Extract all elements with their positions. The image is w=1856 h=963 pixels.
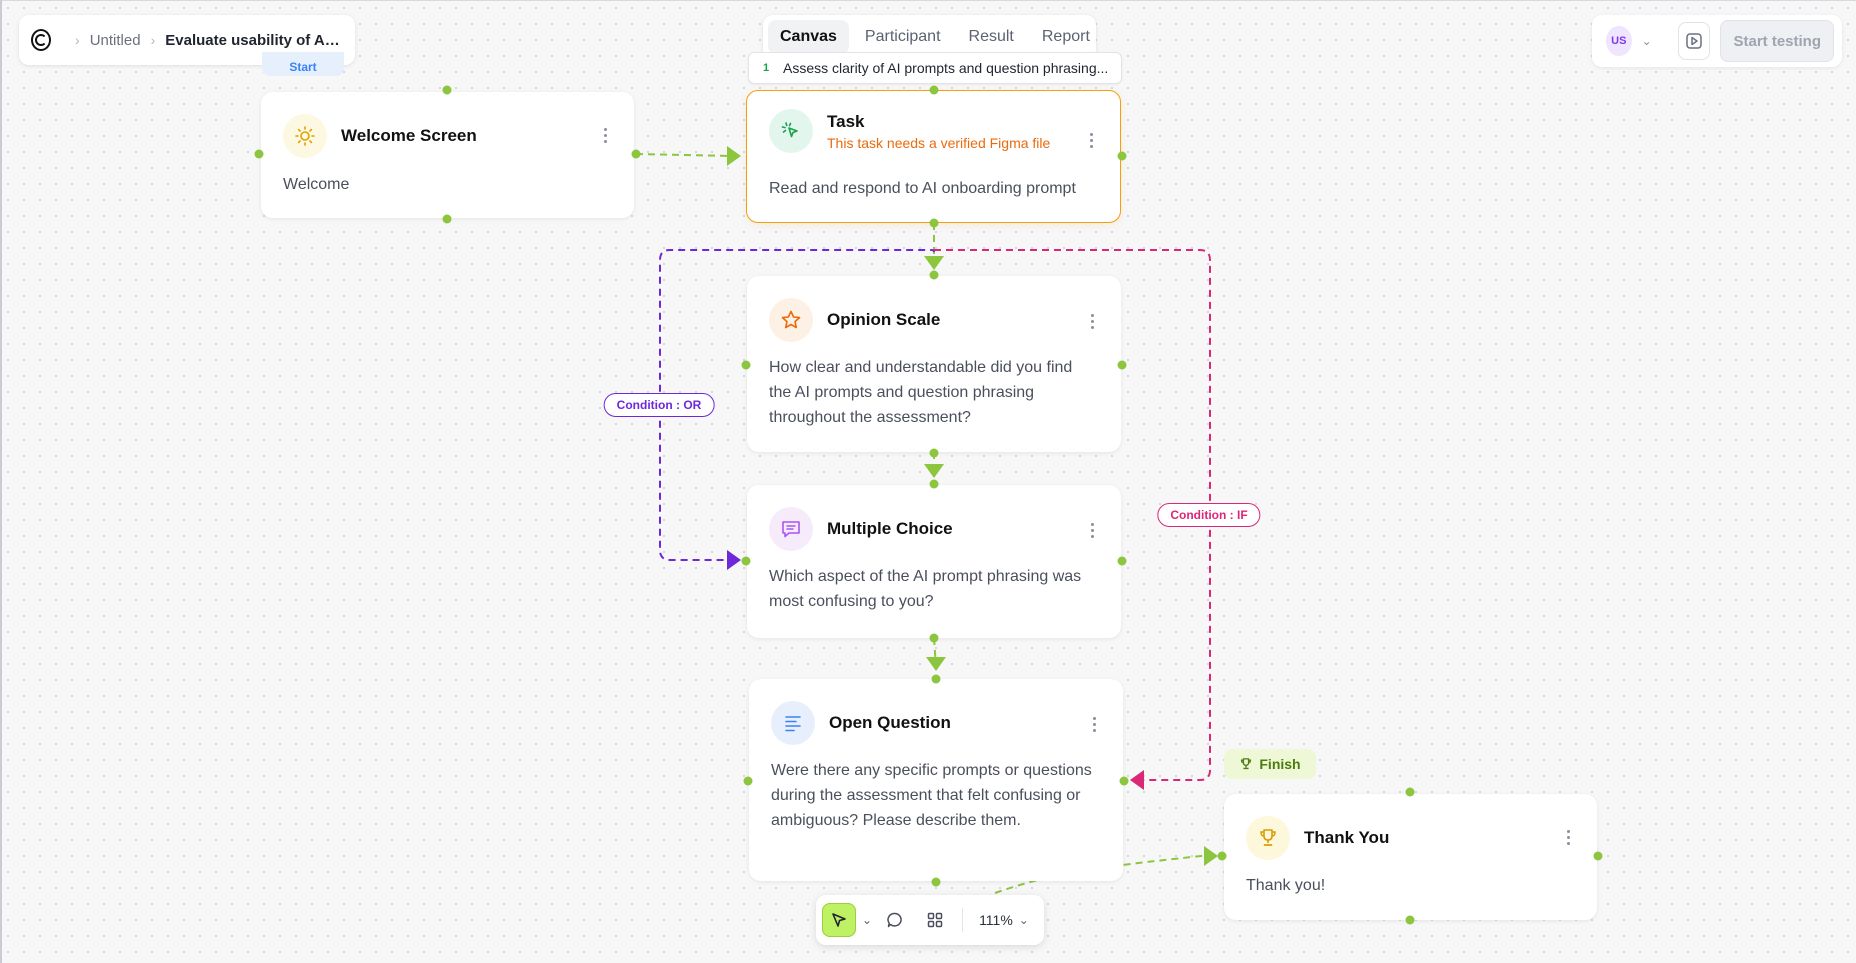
connection-handle[interactable] — [1217, 851, 1227, 861]
connection-handle[interactable] — [929, 479, 939, 489]
node-title: Welcome Screen — [341, 126, 477, 145]
node-opinion-scale[interactable]: Opinion Scale How clear and understandab… — [747, 276, 1121, 452]
connection-handle[interactable] — [254, 149, 264, 159]
avatar[interactable]: US — [1606, 26, 1632, 56]
tab-report[interactable]: Report — [1030, 20, 1102, 54]
comment-icon — [887, 912, 902, 928]
grid-tool-button[interactable] — [918, 903, 952, 937]
arrow-open — [926, 657, 946, 671]
connection-handle[interactable] — [929, 633, 939, 643]
chat-list-icon — [769, 507, 813, 551]
node-task[interactable]: Task This task needs a verified Figma fi… — [746, 90, 1121, 223]
connection-handle[interactable] — [1405, 787, 1415, 797]
more-options-icon[interactable] — [1093, 717, 1097, 732]
more-options-icon[interactable] — [1091, 314, 1095, 329]
tab-result[interactable]: Result — [957, 20, 1026, 54]
start-tag-label: Start — [289, 60, 317, 74]
connection-handle[interactable] — [442, 214, 452, 224]
connection-handle[interactable] — [1593, 851, 1603, 861]
preview-button[interactable] — [1677, 22, 1711, 60]
chevron-right-icon: › — [150, 32, 156, 48]
node-body: Welcome — [283, 176, 350, 193]
goal-bar[interactable]: 1 Assess clarity of AI prompts and quest… — [748, 52, 1122, 84]
sun-icon — [283, 114, 327, 158]
node-multiple-choice[interactable]: Multiple Choice Which aspect of the AI p… — [747, 485, 1121, 638]
app-logo-icon[interactable] — [31, 29, 52, 51]
node-body: Which aspect of the AI prompt phrasing w… — [769, 568, 1082, 610]
chevron-down-icon[interactable]: ⌄ — [862, 913, 872, 927]
trophy-icon — [1246, 816, 1290, 860]
arrow-multiple — [924, 464, 944, 478]
goal-number: 1 — [762, 62, 770, 74]
more-options-icon[interactable] — [604, 128, 608, 143]
connection-handle[interactable] — [1117, 151, 1127, 161]
connection-handle[interactable] — [743, 776, 753, 786]
arrow-if — [1130, 770, 1144, 790]
connection-handle[interactable] — [931, 674, 941, 684]
comment-tool-button[interactable] — [878, 903, 912, 937]
grid-icon — [927, 912, 943, 928]
condition-if-badge[interactable]: Condition : IF — [1157, 503, 1261, 527]
node-title: Open Question — [829, 713, 951, 732]
more-options-icon[interactable] — [1567, 830, 1571, 845]
play-icon — [1686, 33, 1702, 49]
node-body: Thank you! — [1246, 877, 1326, 894]
node-thank-you[interactable]: Thank You Thank you! — [1224, 794, 1597, 920]
zoom-select[interactable]: 111% ⌄ — [973, 912, 1035, 928]
chevron-right-icon: › — [75, 32, 80, 48]
connection-handle[interactable] — [1117, 360, 1127, 370]
node-title: Thank You — [1304, 828, 1390, 847]
arrow-or — [727, 550, 741, 570]
finish-label: Finish — [1259, 756, 1301, 772]
start-tag: Start — [262, 52, 344, 76]
trophy-icon — [1241, 758, 1252, 770]
start-testing-button[interactable]: Start testing — [1720, 20, 1834, 62]
canvas-toolbar: ⌄ 111% ⌄ — [816, 895, 1044, 945]
breadcrumb-root[interactable]: Untitled — [90, 32, 141, 49]
connection-handle[interactable] — [1119, 776, 1129, 786]
condition-or-badge[interactable]: Condition : OR — [603, 393, 715, 417]
star-icon — [769, 298, 813, 342]
arrow-thankyou — [1204, 846, 1218, 866]
select-tool-button[interactable] — [822, 903, 856, 937]
goal-text: Assess clarity of AI prompts and questio… — [783, 60, 1109, 76]
connection-handle[interactable] — [741, 556, 751, 566]
node-body: Read and respond to AI onboarding prompt — [769, 180, 1076, 197]
node-warning: This task needs a verified Figma file — [827, 134, 1051, 151]
arrow-opinion — [924, 256, 944, 270]
connection-handle[interactable] — [929, 218, 939, 228]
pointer-icon — [832, 913, 846, 927]
tab-canvas[interactable]: Canvas — [768, 20, 849, 54]
zoom-level: 111% — [979, 912, 1013, 928]
chevron-down-icon[interactable]: ⌄ — [1642, 34, 1652, 48]
node-title: Multiple Choice — [827, 519, 953, 538]
edge-welcome-task — [635, 153, 735, 157]
connection-handle[interactable] — [929, 448, 939, 458]
more-options-icon[interactable] — [1090, 133, 1094, 148]
header-actions: US ⌄ Start testing — [1592, 15, 1842, 67]
tab-participant[interactable]: Participant — [853, 20, 953, 54]
finish-tag: Finish — [1224, 749, 1316, 779]
connection-handle[interactable] — [631, 149, 641, 159]
chevron-down-icon: ⌄ — [1018, 913, 1029, 927]
text-align-icon — [771, 701, 815, 745]
connection-handle[interactable] — [929, 270, 939, 280]
connection-handle[interactable] — [1405, 915, 1415, 925]
connection-handle[interactable] — [929, 85, 939, 95]
breadcrumb-current[interactable]: Evaluate usability of AI-gu... — [165, 32, 343, 49]
more-options-icon[interactable] — [1091, 523, 1095, 538]
node-title: Opinion Scale — [827, 310, 941, 329]
connection-handle[interactable] — [741, 360, 751, 370]
arrow-task — [727, 146, 741, 166]
node-body: How clear and understandable did you fin… — [769, 359, 1073, 426]
toolbar-divider — [962, 908, 964, 932]
node-welcome-screen[interactable]: Welcome Screen Welcome — [261, 92, 634, 218]
node-body: Were there any specific prompts or quest… — [771, 762, 1092, 829]
connection-handle[interactable] — [1117, 556, 1127, 566]
node-open-question[interactable]: Open Question Were there any specific pr… — [749, 679, 1123, 881]
cursor-click-icon — [769, 109, 813, 153]
connection-handle[interactable] — [931, 877, 941, 887]
connection-handle[interactable] — [442, 85, 452, 95]
node-title: Task — [827, 111, 865, 131]
